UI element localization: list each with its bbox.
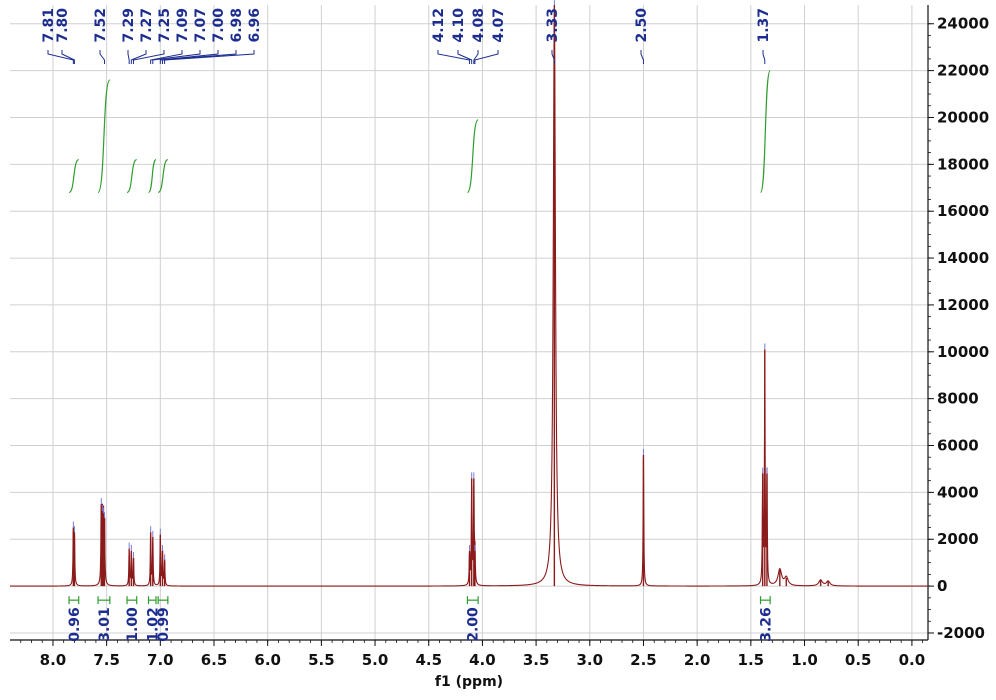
integral-label: 0.96 — [67, 607, 83, 642]
y-tick-label: 8000 — [937, 390, 979, 408]
peak-label: 4.12 — [431, 8, 447, 43]
peak-label: 4.07 — [491, 8, 507, 43]
y-tick-label: 20000 — [937, 108, 989, 126]
integral-label: 2.00 — [466, 607, 482, 642]
y-tick-label: 2000 — [937, 530, 979, 548]
y-tick-label: 10000 — [937, 343, 989, 361]
x-tick-label: 6.5 — [201, 651, 228, 669]
x-tick-label: 2.0 — [684, 651, 711, 669]
x-tick-label: 6.0 — [254, 651, 281, 669]
integral-label: 3.26 — [758, 607, 774, 642]
y-tick-label: 24000 — [937, 15, 989, 33]
integral-label: 0.99 — [156, 607, 172, 642]
x-tick-label: 4.5 — [415, 651, 442, 669]
y-tick-label: 14000 — [937, 249, 989, 267]
y-tick-label: 12000 — [937, 296, 989, 314]
peak-label: 7.25 — [157, 8, 173, 43]
y-tick-label: 16000 — [937, 202, 989, 220]
plot-area — [10, 5, 928, 640]
peak-label: 4.10 — [451, 8, 467, 43]
y-tick-label: 6000 — [937, 437, 979, 455]
integral-label: 3.01 — [97, 607, 113, 642]
peak-label: 7.52 — [93, 8, 109, 43]
peak-label: 7.00 — [211, 8, 227, 43]
x-axis-title: f1 (ppm) — [435, 674, 503, 690]
peak-label: 7.80 — [55, 8, 71, 43]
x-tick-label: 3.0 — [577, 651, 604, 669]
x-tick-label: 1.5 — [738, 651, 765, 669]
peak-label: 7.07 — [193, 8, 209, 43]
peak-label: 7.29 — [121, 8, 137, 43]
integral-label: 1.00 — [125, 607, 141, 642]
x-tick-label: 5.5 — [308, 651, 335, 669]
x-tick-label: 8.0 — [40, 651, 67, 669]
nmr-spectrum-chart: 8.0 7.5 7.0 6.5 6.0 5.5 5.0 4.5 4.0 3.5 3.0 2.5 2.0 1… — [10, 0, 989, 690]
peak-label: 7.09 — [175, 8, 191, 43]
x-tick-label: 5.0 — [362, 651, 389, 669]
x-tick-label: 0.0 — [899, 651, 926, 669]
y-tick-label: 18000 — [937, 155, 989, 173]
y-tick-label: 0 — [937, 577, 947, 595]
peak-label: 4.08 — [471, 8, 487, 43]
x-tick-label: 3.5 — [523, 651, 550, 669]
peak-label: 6.96 — [247, 8, 263, 43]
peak-label: 1.37 — [756, 8, 772, 43]
x-tick-label: 7.5 — [93, 651, 120, 669]
x-tick-label: 2.5 — [630, 651, 657, 669]
peak-label: 3.33 — [545, 8, 561, 43]
x-tick-label: 0.5 — [845, 651, 872, 669]
y-tick-label: 4000 — [937, 483, 979, 501]
x-tick-label: 4.0 — [469, 651, 496, 669]
x-tick-label: 7.0 — [147, 651, 174, 669]
y-tick-label: -2000 — [937, 624, 985, 642]
x-tick-label: 1.0 — [791, 651, 818, 669]
y-tick-label: 22000 — [937, 62, 989, 80]
peak-label: 6.98 — [229, 8, 245, 43]
peak-label: 7.27 — [139, 8, 155, 43]
peak-label: 2.50 — [634, 8, 650, 43]
